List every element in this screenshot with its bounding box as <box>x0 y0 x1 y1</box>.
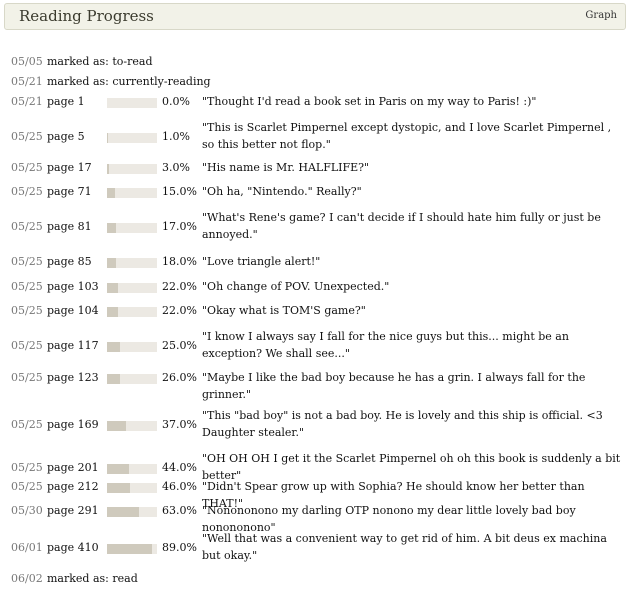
page-number: page 17 <box>47 161 92 174</box>
entry-date: 05/25 <box>11 161 43 174</box>
progress-bar-fill <box>107 507 139 517</box>
entry-date: 05/25 <box>11 418 43 431</box>
entry-date: 06/02 <box>11 572 43 585</box>
page-number: page 104 <box>47 304 99 317</box>
entry-date: 05/25 <box>11 130 43 143</box>
page-number: page 85 <box>47 255 92 268</box>
entry-date: 05/25 <box>11 480 43 493</box>
progress-percent: 37.0% <box>162 418 197 431</box>
progress-percent: 0.0% <box>162 95 190 108</box>
progress-bar-fill <box>107 258 116 268</box>
progress-percent: 46.0% <box>162 480 197 493</box>
progress-percent: 22.0% <box>162 280 197 293</box>
progress-percent: 89.0% <box>162 541 197 554</box>
page-number: page 291 <box>47 504 99 517</box>
progress-percent: 22.0% <box>162 304 197 317</box>
progress-percent: 63.0% <box>162 504 197 517</box>
progress-bar <box>107 283 157 293</box>
entry-date: 05/25 <box>11 371 43 384</box>
progress-comment: "Love triangle alert!" <box>202 255 321 268</box>
progress-comment: "His name is Mr. HALFLIFE?" <box>202 161 370 174</box>
entry-date: 05/30 <box>11 504 43 517</box>
progress-comment: "What's Rene's game? I can't decide if I… <box>202 211 601 241</box>
progress-comment: "Oh change of POV. Unexpected." <box>202 280 390 293</box>
page-number: page 123 <box>47 371 99 384</box>
progress-percent: 18.0% <box>162 255 197 268</box>
entry-date: 05/25 <box>11 461 43 474</box>
entry-date: 06/01 <box>11 541 43 554</box>
progress-comment: "This "bad boy" is not a bad boy. He is … <box>202 409 603 439</box>
progress-bar <box>107 307 157 317</box>
progress-bar <box>107 223 157 233</box>
progress-bar-fill <box>107 342 120 352</box>
page-number: page 5 <box>47 130 85 143</box>
page-number: page 1 <box>47 95 85 108</box>
page-number: page 212 <box>47 480 99 493</box>
progress-comment: "I know I always say I fall for the nice… <box>202 330 569 360</box>
progress-bar <box>107 374 157 384</box>
page-number: page 71 <box>47 185 92 198</box>
progress-percent: 25.0% <box>162 339 197 352</box>
status-label: marked as: currently-reading <box>47 75 211 88</box>
progress-bar <box>107 483 157 493</box>
progress-comment: "Maybe I like the bad boy because he has… <box>202 371 586 401</box>
progress-bar <box>107 258 157 268</box>
page-number: page 81 <box>47 220 92 233</box>
progress-comment: "This is Scarlet Pimpernel except dystop… <box>202 121 612 151</box>
progress-percent: 26.0% <box>162 371 197 384</box>
entry-date: 05/25 <box>11 280 43 293</box>
progress-comment: "Well that was a convenient way to get r… <box>202 532 607 562</box>
progress-percent: 1.0% <box>162 130 190 143</box>
progress-comment: "Oh ha, "Nintendo." Really?" <box>202 185 362 198</box>
progress-bar <box>107 421 157 431</box>
status-label: marked as: to-read <box>47 55 153 68</box>
page-number: page 117 <box>47 339 99 352</box>
progress-bar <box>107 342 157 352</box>
entry-date: 05/25 <box>11 339 43 352</box>
progress-bar <box>107 164 157 174</box>
page-number: page 410 <box>47 541 99 554</box>
progress-list: 05/05 marked as: to-read 05/21 marked as: c… <box>0 0 640 594</box>
entry-date: 05/25 <box>11 255 43 268</box>
progress-bar-fill <box>107 307 118 317</box>
progress-percent: 44.0% <box>162 461 197 474</box>
progress-percent: 15.0% <box>162 185 197 198</box>
page-number: page 201 <box>47 461 99 474</box>
progress-bar-fill <box>107 421 126 431</box>
progress-bar-fill <box>107 374 120 384</box>
entry-date: 05/21 <box>11 75 43 88</box>
progress-bar <box>107 133 157 143</box>
entry-date: 05/25 <box>11 185 43 198</box>
progress-bar-fill <box>107 283 118 293</box>
progress-percent: 17.0% <box>162 220 197 233</box>
entry-date: 05/05 <box>11 55 43 68</box>
entry-date: 05/25 <box>11 220 43 233</box>
progress-bar-fill <box>107 223 116 233</box>
progress-bar-fill <box>107 464 129 474</box>
progress-bar-fill <box>107 164 109 174</box>
entry-date: 05/21 <box>11 95 43 108</box>
progress-bar <box>107 98 157 108</box>
progress-bar-fill <box>107 544 152 554</box>
progress-bar-fill <box>107 188 115 198</box>
status-label: marked as: read <box>47 572 138 585</box>
progress-bar-fill <box>107 483 130 493</box>
progress-bar <box>107 464 157 474</box>
progress-bar <box>107 507 157 517</box>
entry-date: 05/25 <box>11 304 43 317</box>
progress-bar-fill <box>107 133 108 143</box>
page-number: page 103 <box>47 280 99 293</box>
progress-percent: 3.0% <box>162 161 190 174</box>
progress-bar <box>107 188 157 198</box>
progress-bar <box>107 544 157 554</box>
progress-comment: "Thought I'd read a book set in Paris on… <box>202 95 537 108</box>
page-number: page 169 <box>47 418 99 431</box>
progress-comment: "Okay what is TOM'S game?" <box>202 304 366 317</box>
